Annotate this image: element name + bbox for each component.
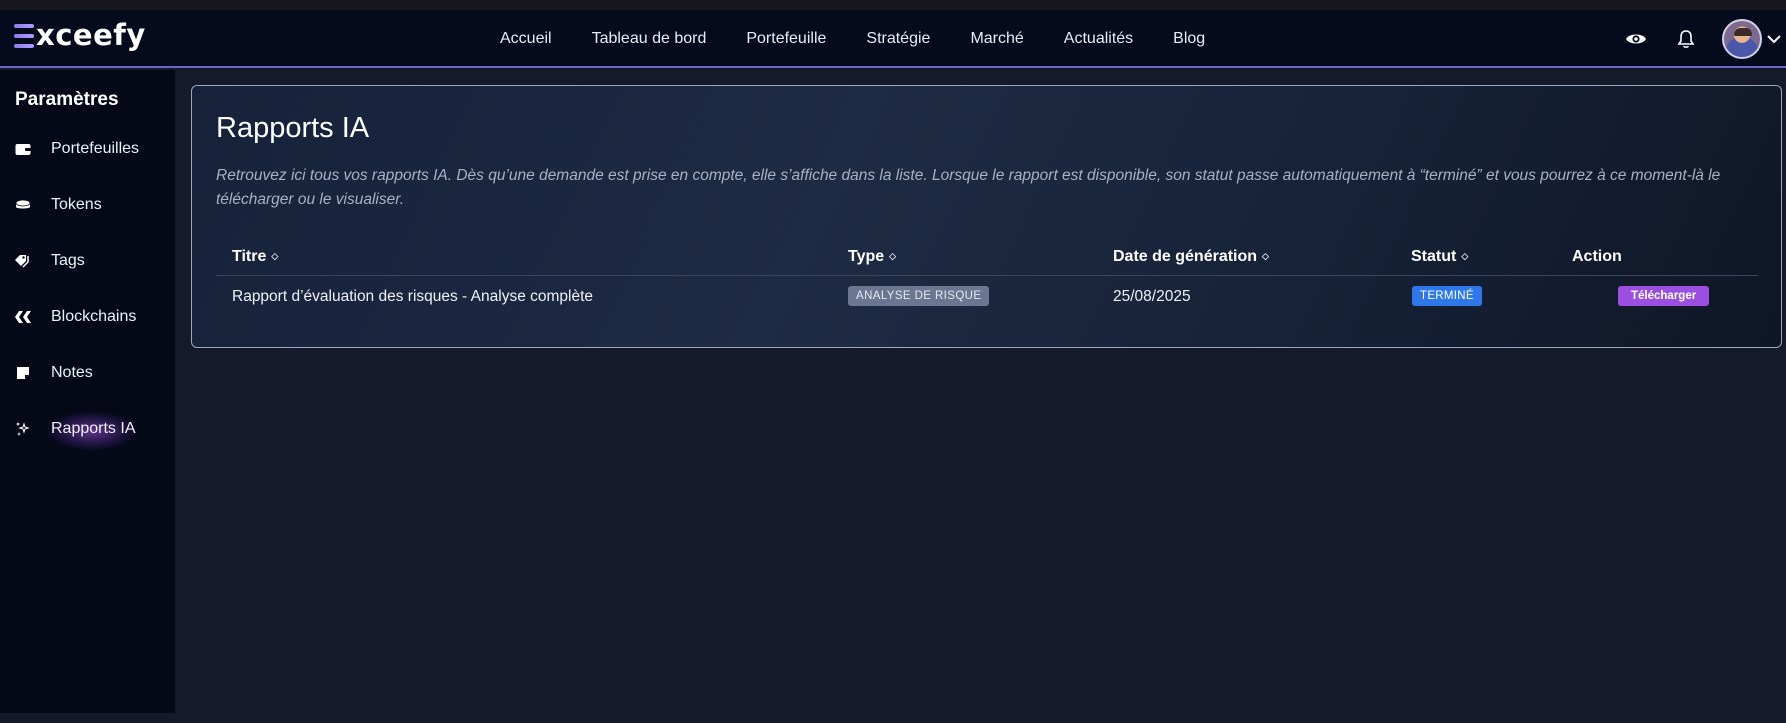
column-header-titre[interactable]: Titre ◇: [232, 248, 278, 266]
bell-icon[interactable]: [1670, 23, 1702, 55]
avatar[interactable]: [1722, 19, 1762, 59]
reports-table: Titre ◇ Type ◇ Date de génération ◇ Statut ◇…: [216, 244, 1758, 322]
nav-blog[interactable]: Blog: [1173, 30, 1205, 48]
sidebar-item-label: Tokens: [51, 196, 102, 213]
column-label: Type: [848, 248, 885, 265]
sidebar-item-label: Rapports IA: [51, 420, 136, 437]
eye-icon[interactable]: [1620, 23, 1652, 55]
sidebar-item-portefeuilles[interactable]: Portefeuilles: [0, 129, 175, 169]
page-description: Retrouvez ici tous vos rapports IA. Dès …: [216, 167, 1721, 208]
nav-tableau-de-bord[interactable]: Tableau de bord: [592, 30, 707, 48]
column-header-statut[interactable]: Statut ◇: [1411, 248, 1468, 266]
nav-accueil[interactable]: Accueil: [500, 30, 552, 48]
report-title: Rapport d’évaluation des risques - Analy…: [232, 288, 594, 305]
sidebar-item-label: Tags: [51, 252, 85, 269]
sidebar-item-label: Blockchains: [51, 308, 137, 325]
sidebar-item-tags[interactable]: Tags: [0, 241, 175, 281]
sidebar-title: Paramètres: [15, 89, 119, 110]
sidebar-item-label: Portefeuilles: [51, 140, 140, 157]
page-title: Rapports IA: [216, 112, 370, 144]
table-row: Rapport d’évaluation des risques - Analy…: [216, 276, 1758, 322]
nav-strategie[interactable]: Stratégie: [866, 30, 930, 48]
navbar-actions: [1620, 10, 1786, 68]
sort-icon: ◇: [889, 251, 897, 262]
chevron-down-icon[interactable]: [1762, 23, 1786, 55]
top-navbar: xceefy Accueil Tableau de bord Portefeui…: [0, 10, 1786, 68]
app-logo[interactable]: xceefy: [14, 21, 146, 50]
logo-text: xceefy: [36, 18, 146, 52]
column-header-type[interactable]: Type ◇: [848, 248, 896, 266]
browser-top-strip: [0, 0, 1786, 10]
nav-actualites[interactable]: Actualités: [1064, 30, 1133, 48]
nav-portefeuille[interactable]: Portefeuille: [746, 30, 826, 48]
reports-panel: Rapports IA Retrouvez ici tous vos rappo…: [191, 85, 1782, 348]
sidebar-item-label: Notes: [51, 364, 93, 381]
download-button[interactable]: Télécharger: [1618, 286, 1710, 306]
sidebar-item-blockchains[interactable]: Blockchains: [0, 297, 175, 337]
column-header-date[interactable]: Date de génération ◇: [1113, 248, 1269, 266]
sort-icon: ◇: [1262, 251, 1269, 262]
column-label: Statut: [1411, 248, 1457, 265]
type-badge: ANALYSE DE RISQUE: [848, 286, 990, 306]
settings-sidebar: Paramètres Portefeuilles Tokens Tags Blo…: [0, 70, 175, 713]
blockchain-icon: [14, 308, 32, 326]
column-header-action: Action: [1572, 248, 1622, 265]
sidebar-item-rapports-ia[interactable]: Rapports IA: [0, 409, 175, 451]
sort-icon: ◇: [1461, 251, 1469, 262]
column-label: Titre: [232, 248, 267, 265]
note-icon: [14, 364, 32, 382]
sort-icon: ◇: [271, 251, 279, 262]
table-header: Titre ◇ Type ◇ Date de génération ◇ Statut ◇…: [216, 244, 1758, 276]
sparkle-icon: [14, 420, 32, 438]
column-label: Date de génération: [1113, 248, 1258, 265]
tags-icon: [14, 252, 32, 270]
sidebar-item-notes[interactable]: Notes: [0, 353, 175, 393]
status-badge: TERMINÉ: [1412, 286, 1482, 306]
wallet-icon: [14, 140, 32, 158]
main-nav: Accueil Tableau de bord Portefeuille Str…: [500, 10, 1245, 68]
logo-mark-icon: [14, 23, 34, 48]
nav-marche[interactable]: Marché: [970, 30, 1023, 48]
coin-icon: [14, 196, 32, 214]
generation-date: 25/08/2025: [1113, 288, 1191, 305]
sidebar-item-tokens[interactable]: Tokens: [0, 185, 175, 225]
